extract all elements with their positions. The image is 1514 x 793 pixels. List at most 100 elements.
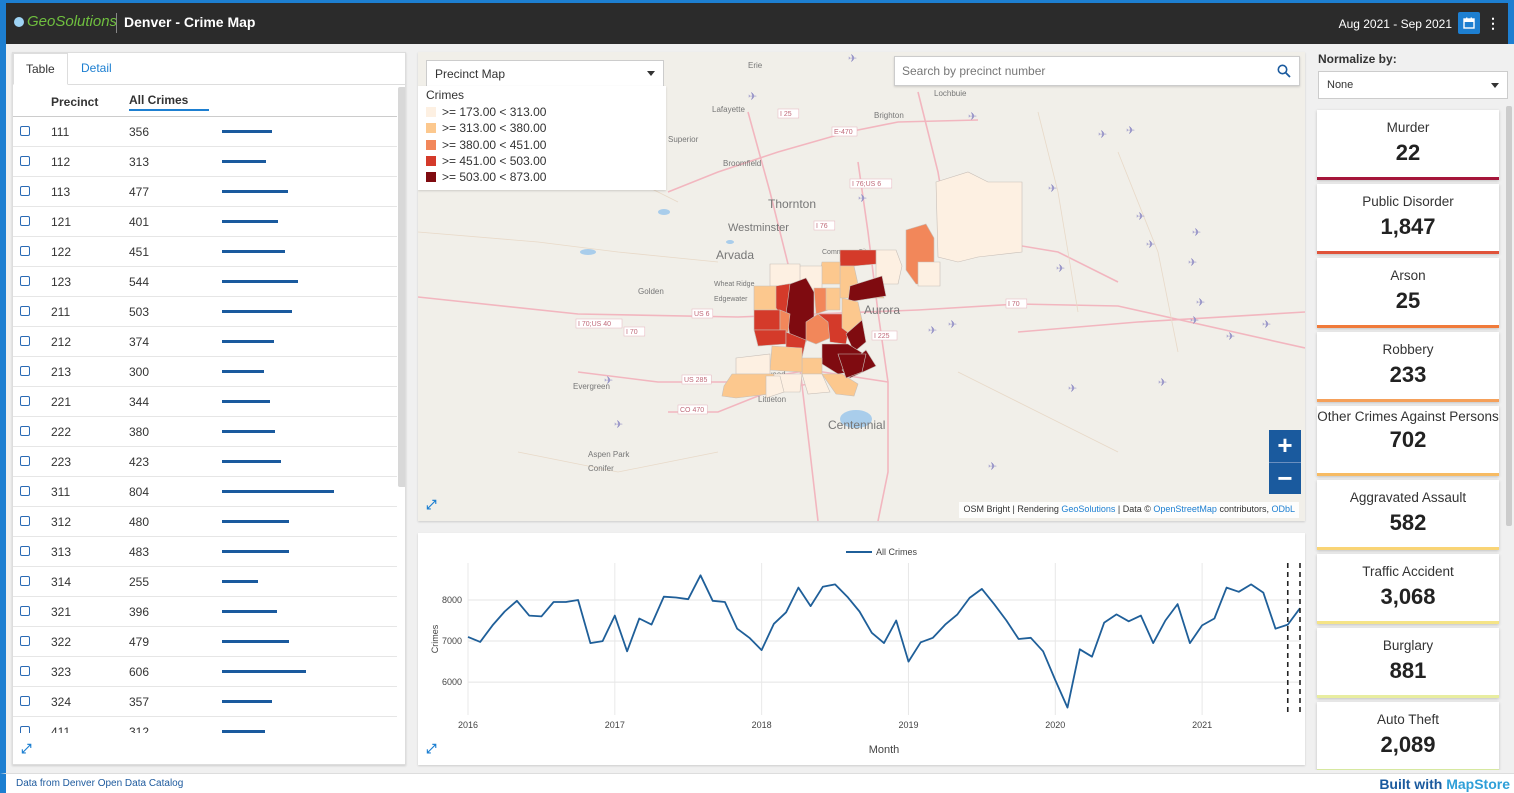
table-row[interactable]: 314 255 xyxy=(13,567,397,597)
table-row[interactable]: 122 451 xyxy=(13,237,397,267)
row-checkbox[interactable] xyxy=(20,156,30,166)
geosolutions-link[interactable]: GeoSolutions xyxy=(1061,504,1115,514)
crime-card[interactable]: Arson 25 xyxy=(1317,258,1499,328)
crime-category-cards: Murder 22 Public Disorder 1,847 Arson 25 Robbe… xyxy=(1312,106,1514,770)
expand-icon[interactable]: ⤢ xyxy=(426,497,446,517)
table-row[interactable]: 223 423 xyxy=(13,447,397,477)
precinct-cell: 222 xyxy=(51,425,72,439)
crime-card-value: 3,068 xyxy=(1380,584,1436,609)
row-checkbox[interactable] xyxy=(20,186,30,196)
row-checkbox[interactable] xyxy=(20,546,30,556)
precinct-search-input[interactable] xyxy=(895,57,1255,85)
precinct-search-bar xyxy=(894,56,1300,86)
column-header-all-crimes[interactable]: All Crimes xyxy=(129,93,209,111)
row-checkbox[interactable] xyxy=(20,126,30,136)
row-checkbox[interactable] xyxy=(20,276,30,286)
table-row[interactable]: 222 380 xyxy=(13,417,397,447)
data-source-link[interactable]: Data from Denver Open Data Catalog xyxy=(16,778,183,789)
footer: Data from Denver Open Data Catalog Built… xyxy=(0,773,1514,793)
table-row[interactable]: 121 401 xyxy=(13,207,397,237)
row-checkbox[interactable] xyxy=(20,696,30,706)
all-crimes-cell: 300 xyxy=(129,365,150,379)
table-row[interactable]: 213 300 xyxy=(13,357,397,387)
column-header-precinct[interactable]: Precinct xyxy=(51,95,98,109)
row-checkbox[interactable] xyxy=(20,606,30,616)
map-layer-select[interactable]: Precinct Map xyxy=(426,60,664,88)
geosolutions-logo[interactable]: GeoSolutions xyxy=(14,13,117,30)
row-checkbox[interactable] xyxy=(20,486,30,496)
table-row[interactable]: 321 396 xyxy=(13,597,397,627)
crime-card-accent xyxy=(1317,621,1499,624)
caret-down-icon xyxy=(1491,83,1499,88)
row-checkbox[interactable] xyxy=(20,636,30,646)
table-row[interactable]: 313 483 xyxy=(13,537,397,567)
x-axis-label: Month xyxy=(869,744,900,756)
row-checkbox[interactable] xyxy=(20,666,30,676)
row-checkbox[interactable] xyxy=(20,336,30,346)
crime-card[interactable]: Murder 22 xyxy=(1317,110,1499,180)
crimes-bar xyxy=(222,610,277,613)
svg-text:✈: ✈ xyxy=(1196,296,1205,309)
table-row[interactable]: 324 357 xyxy=(13,687,397,717)
map-panel[interactable]: Erie Lafayette Brighton Lochbuie Superior Bro… xyxy=(418,52,1305,521)
all-crimes-cell: 255 xyxy=(129,575,150,589)
openstreetmap-link[interactable]: OpenStreetMap xyxy=(1153,504,1217,514)
crime-card-name: Traffic Accident xyxy=(1362,564,1454,579)
precinct-cell: 313 xyxy=(51,545,72,559)
table-row[interactable]: 411 312 xyxy=(13,717,397,733)
crimes-bar xyxy=(222,490,334,493)
crime-card[interactable]: Auto Theft 2,089 xyxy=(1317,702,1499,770)
tab-table[interactable]: Table xyxy=(13,53,68,85)
table-row[interactable]: 123 544 xyxy=(13,267,397,297)
more-options-button[interactable]: ⋮ xyxy=(1482,12,1504,34)
expand-icon[interactable]: ⤢ xyxy=(426,741,446,761)
row-checkbox[interactable] xyxy=(20,576,30,586)
table-row[interactable]: 113 477 xyxy=(13,177,397,207)
row-checkbox[interactable] xyxy=(20,366,30,376)
odbl-link[interactable]: ODbL xyxy=(1271,504,1295,514)
table-panel: Table Detail Precinct All Crimes 111 356 1… xyxy=(12,52,406,765)
table-scrollbar[interactable] xyxy=(398,87,405,487)
table-row[interactable]: 221 344 xyxy=(13,387,397,417)
row-checkbox[interactable] xyxy=(20,396,30,406)
date-range-label: Aug 2021 - Sep 2021 xyxy=(1338,17,1452,31)
zoom-out-button[interactable]: − xyxy=(1269,462,1301,494)
table-row[interactable]: 311 804 xyxy=(13,477,397,507)
table-row[interactable]: 111 356 xyxy=(13,117,397,147)
road-label: I 70;US 40 xyxy=(578,321,611,328)
normalize-select[interactable]: None xyxy=(1318,71,1508,99)
crime-card[interactable]: Traffic Accident 3,068 xyxy=(1317,554,1499,624)
table-row[interactable]: 312 480 xyxy=(13,507,397,537)
table-row[interactable]: 112 313 xyxy=(13,147,397,177)
search-icon[interactable] xyxy=(1277,64,1291,78)
precinct-cell: 324 xyxy=(51,695,72,709)
row-checkbox[interactable] xyxy=(20,306,30,316)
crime-card-value: 702 xyxy=(1389,427,1427,452)
cards-scrollbar[interactable] xyxy=(1506,106,1512,526)
table-row[interactable]: 211 503 xyxy=(13,297,397,327)
expand-icon[interactable]: ⤢ xyxy=(21,741,41,761)
precinct-cell: 211 xyxy=(51,305,71,319)
table-row[interactable]: 212 374 xyxy=(13,327,397,357)
table-row[interactable]: 323 606 xyxy=(13,657,397,687)
crime-card[interactable]: Burglary 881 xyxy=(1317,628,1499,698)
crime-card[interactable]: Other Crimes Against Persons 702 xyxy=(1317,406,1499,476)
row-checkbox[interactable] xyxy=(20,726,30,733)
crime-card[interactable]: Aggravated Assault 582 xyxy=(1317,480,1499,550)
crime-card[interactable]: Robbery 233 xyxy=(1317,332,1499,402)
row-checkbox[interactable] xyxy=(20,456,30,466)
crimes-line-chart[interactable]: 6000 7000 8000 2016 2017 2018 2019 2020 2021 All … xyxy=(418,533,1305,765)
crime-card-name: Public Disorder xyxy=(1362,194,1454,209)
table-row[interactable]: 322 479 xyxy=(13,627,397,657)
row-checkbox[interactable] xyxy=(20,246,30,256)
built-with-mapstore[interactable]: Built with MapStore xyxy=(1379,776,1510,792)
tab-detail[interactable]: Detail xyxy=(69,53,124,85)
all-crimes-cell: 804 xyxy=(129,485,150,499)
crime-card[interactable]: Public Disorder 1,847 xyxy=(1317,184,1499,254)
row-checkbox[interactable] xyxy=(20,216,30,226)
row-checkbox[interactable] xyxy=(20,516,30,526)
row-checkbox[interactable] xyxy=(20,426,30,436)
calendar-button[interactable] xyxy=(1458,12,1480,34)
zoom-in-button[interactable]: + xyxy=(1269,430,1301,462)
svg-text:✈: ✈ xyxy=(1188,256,1197,269)
